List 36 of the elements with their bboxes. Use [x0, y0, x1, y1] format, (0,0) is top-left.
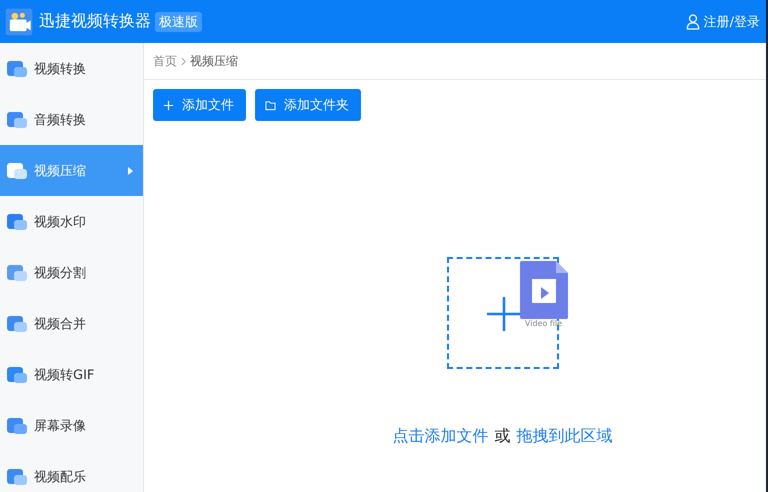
sidebar-item[interactable]: 视频分割: [0, 247, 143, 298]
tool-icon: [6, 416, 28, 436]
video-file-icon: [520, 261, 568, 319]
sidebar-item[interactable]: 视频水印: [0, 196, 143, 247]
tool-icon: [6, 212, 28, 232]
breadcrumb-current: 视频压缩: [190, 52, 238, 70]
plus-icon: [163, 100, 174, 110]
link-text[interactable]: 拖拽到此区域: [516, 426, 612, 447]
sidebar-item[interactable]: 音频转换: [0, 94, 143, 145]
hint-text: 或: [494, 426, 510, 447]
user-icon: [686, 14, 700, 30]
login-link[interactable]: 注册/登录: [704, 12, 760, 30]
file-caption: Video file: [524, 319, 562, 328]
tool-icon: [6, 110, 28, 130]
link-text[interactable]: 点击添加文件: [392, 426, 488, 447]
window-title: 迅捷视频转换器: [39, 11, 151, 32]
tool-icon: [6, 58, 28, 78]
tool-icon: [6, 314, 28, 334]
plus-icon: [486, 297, 520, 331]
add-file-button[interactable]: 添加文件: [153, 89, 246, 121]
tool-icon: [6, 364, 28, 384]
tool-icon: [6, 160, 28, 180]
tool-icon: [6, 466, 28, 486]
sidebar-item[interactable]: 屏幕录像: [0, 400, 143, 451]
caret-icon: [128, 166, 133, 174]
edition-badge: 极速版: [155, 12, 202, 32]
folder-icon: [265, 100, 276, 110]
add-folder-button[interactable]: 添加文件夹: [255, 89, 361, 121]
chevron-icon: [181, 56, 186, 66]
tool-icon: [6, 262, 28, 282]
sidebar-item[interactable]: 视频配乐: [0, 451, 143, 492]
sidebar-item[interactable]: 视频转GIF: [0, 349, 143, 400]
app-logo-icon: [4, 6, 34, 36]
breadcrumb-link[interactable]: 首页: [153, 52, 177, 70]
sidebar-item[interactable]: 视频转换: [0, 43, 143, 94]
sidebar-item[interactable]: 视频合并: [0, 298, 143, 349]
